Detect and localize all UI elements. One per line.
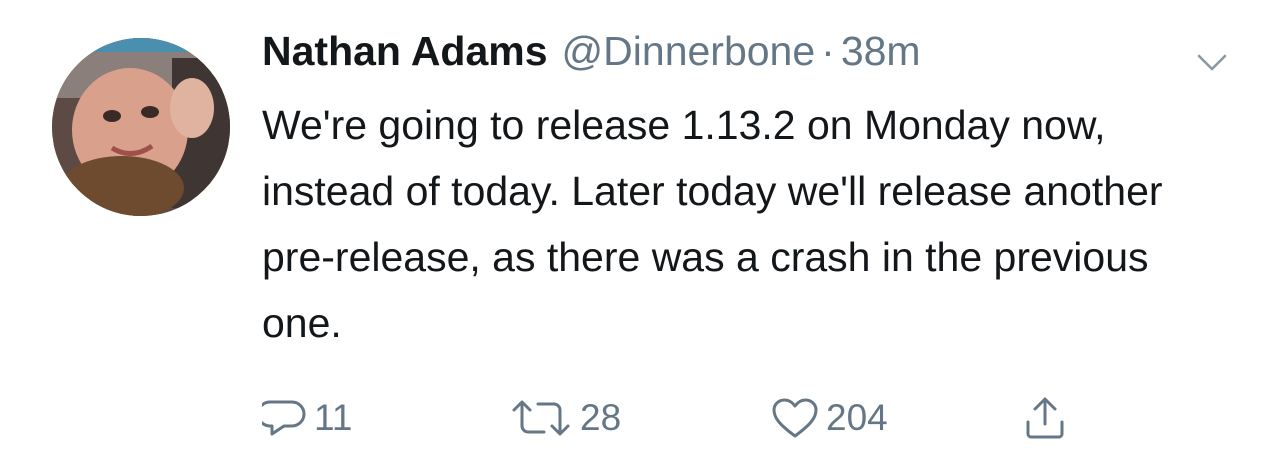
like-count: 204 bbox=[826, 397, 888, 438]
tweet-card[interactable]: Nathan Adams @Dinnerbone · 38m We're goi… bbox=[0, 0, 1280, 472]
heart-outline-icon bbox=[772, 398, 818, 438]
reply-bubble-icon bbox=[262, 400, 306, 436]
avatar[interactable] bbox=[52, 38, 230, 216]
retweet-button[interactable]: 28 bbox=[508, 392, 621, 444]
like-button[interactable]: 204 bbox=[770, 392, 888, 444]
retweet-arrows-icon bbox=[512, 400, 570, 436]
user-handle[interactable]: @Dinnerbone bbox=[562, 28, 816, 75]
tweet-menu-button[interactable] bbox=[1196, 52, 1228, 74]
retweet-count: 28 bbox=[580, 397, 622, 438]
separator-dot: · bbox=[821, 28, 835, 74]
tweet-content: Nathan Adams @Dinnerbone · 38m We're goi… bbox=[262, 28, 1222, 356]
timestamp[interactable]: 38m bbox=[841, 28, 921, 75]
share-button[interactable] bbox=[1022, 392, 1068, 444]
reply-count: 11 bbox=[314, 397, 353, 438]
share-upload-icon bbox=[1026, 397, 1064, 439]
display-name[interactable]: Nathan Adams bbox=[262, 28, 548, 75]
tweet-header: Nathan Adams @Dinnerbone · 38m bbox=[262, 28, 1222, 92]
tweet-text: We're going to release 1.13.2 on Monday … bbox=[262, 102, 1163, 346]
chevron-down-icon bbox=[1197, 54, 1227, 71]
avatar-photo bbox=[52, 38, 230, 216]
reply-button[interactable]: 11 bbox=[262, 392, 352, 444]
